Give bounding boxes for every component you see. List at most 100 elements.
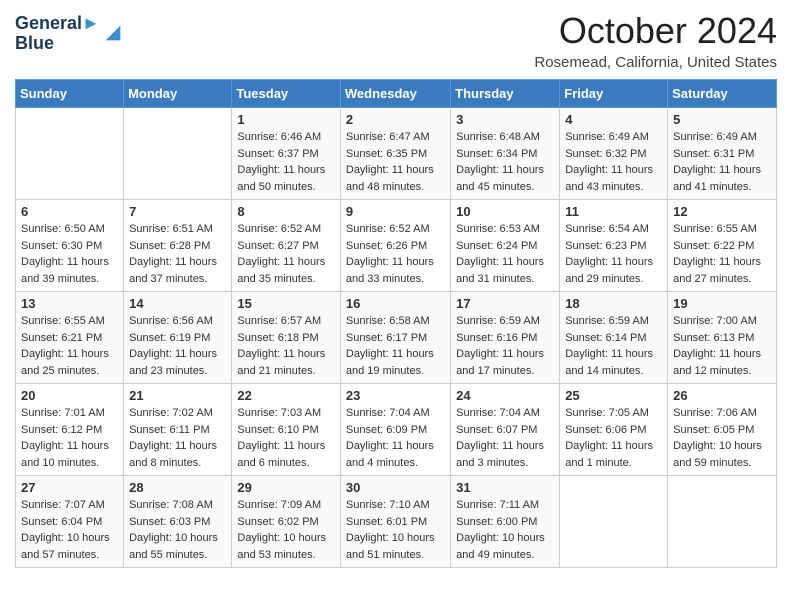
day-cell: 20 Sunrise: 7:01 AMSunset: 6:12 PMDayligh… (16, 384, 124, 476)
day-number: 16 (346, 296, 445, 311)
header-friday: Friday (560, 80, 668, 108)
day-cell (668, 476, 777, 568)
location: Rosemead, California, United States (534, 54, 777, 71)
week-row-4: 20 Sunrise: 7:01 AMSunset: 6:12 PMDayligh… (16, 384, 777, 476)
day-info: Sunrise: 6:48 AMSunset: 6:34 PMDaylight:… (456, 129, 554, 195)
day-cell: 17Sunrise: 6:59 AMSunset: 6:16 PMDayligh… (451, 292, 560, 384)
day-cell: 31 Sunrise: 7:11 AMSunset: 6:00 PMDayligh… (451, 476, 560, 568)
day-number: 6 (21, 204, 118, 219)
day-cell: 28Sunrise: 7:08 AMSunset: 6:03 PMDayligh… (124, 476, 232, 568)
day-cell: 9 Sunrise: 6:52 AMSunset: 6:26 PMDaylight… (340, 200, 450, 292)
day-info: Sunrise: 7:05 AMSunset: 6:06 PMDaylight:… (565, 405, 662, 471)
day-cell: 14 Sunrise: 6:56 AMSunset: 6:19 PMDayligh… (124, 292, 232, 384)
day-info: Sunrise: 7:00 AMSunset: 6:13 PMDaylight:… (673, 313, 771, 379)
day-cell: 3Sunrise: 6:48 AMSunset: 6:34 PMDaylight… (451, 108, 560, 200)
day-cell: 1 Sunrise: 6:46 AMSunset: 6:37 PMDaylight… (232, 108, 341, 200)
day-cell: 21Sunrise: 7:02 AMSunset: 6:11 PMDayligh… (124, 384, 232, 476)
day-number: 28 (129, 480, 226, 495)
day-cell: 10 Sunrise: 6:53 AMSunset: 6:24 PMDayligh… (451, 200, 560, 292)
day-number: 19 (673, 296, 771, 311)
day-number: 22 (237, 388, 335, 403)
day-cell: 15 Sunrise: 6:57 AMSunset: 6:18 PMDayligh… (232, 292, 341, 384)
day-number: 31 (456, 480, 554, 495)
day-info: Sunrise: 6:51 AMSunset: 6:28 PMDaylight:… (129, 221, 226, 287)
day-number: 7 (129, 204, 226, 219)
day-number: 17 (456, 296, 554, 311)
day-number: 26 (673, 388, 771, 403)
day-number: 23 (346, 388, 445, 403)
day-info: Sunrise: 6:47 AMSunset: 6:35 PMDaylight:… (346, 129, 445, 195)
day-info: Sunrise: 7:07 AMSunset: 6:04 PMDaylight:… (21, 497, 118, 563)
header-saturday: Saturday (668, 80, 777, 108)
day-cell: 18 Sunrise: 6:59 AMSunset: 6:14 PMDayligh… (560, 292, 668, 384)
day-number: 10 (456, 204, 554, 219)
day-number: 14 (129, 296, 226, 311)
day-number: 12 (673, 204, 771, 219)
day-info: Sunrise: 7:03 AMSunset: 6:10 PMDaylight:… (237, 405, 335, 471)
day-info: Sunrise: 6:52 AMSunset: 6:26 PMDaylight:… (346, 221, 445, 287)
header-monday: Monday (124, 80, 232, 108)
day-info: Sunrise: 6:50 AMSunset: 6:30 PMDaylight:… (21, 221, 118, 287)
header-tuesday: Tuesday (232, 80, 341, 108)
day-cell: 7 Sunrise: 6:51 AMSunset: 6:28 PMDaylight… (124, 200, 232, 292)
day-info: Sunrise: 6:58 AMSunset: 6:17 PMDaylight:… (346, 313, 445, 379)
day-number: 29 (237, 480, 335, 495)
day-cell (16, 108, 124, 200)
day-info: Sunrise: 7:04 AMSunset: 6:09 PMDaylight:… (346, 405, 445, 471)
day-info: Sunrise: 7:09 AMSunset: 6:02 PMDaylight:… (237, 497, 335, 563)
day-number: 21 (129, 388, 226, 403)
day-info: Sunrise: 6:55 AMSunset: 6:21 PMDaylight:… (21, 313, 118, 379)
day-info: Sunrise: 7:01 AMSunset: 6:12 PMDaylight:… (21, 405, 118, 471)
header-row: SundayMondayTuesdayWednesdayThursdayFrid… (16, 80, 777, 108)
day-info: Sunrise: 6:49 AMSunset: 6:31 PMDaylight:… (673, 129, 771, 195)
header-wednesday: Wednesday (340, 80, 450, 108)
day-number: 1 (237, 112, 335, 127)
day-number: 13 (21, 296, 118, 311)
day-info: Sunrise: 6:57 AMSunset: 6:18 PMDaylight:… (237, 313, 335, 379)
day-cell: 12 Sunrise: 6:55 AMSunset: 6:22 PMDayligh… (668, 200, 777, 292)
logo-text: General►Blue (15, 14, 100, 54)
day-cell (124, 108, 232, 200)
page-header: General►Blue October 2024 Rosemead, Cali… (15, 10, 777, 71)
month-title: October 2024 (534, 10, 777, 52)
day-cell: 23 Sunrise: 7:04 AMSunset: 6:09 PMDayligh… (340, 384, 450, 476)
day-cell: 22 Sunrise: 7:03 AMSunset: 6:10 PMDayligh… (232, 384, 341, 476)
day-info: Sunrise: 6:53 AMSunset: 6:24 PMDaylight:… (456, 221, 554, 287)
day-cell: 13 Sunrise: 6:55 AMSunset: 6:21 PMDayligh… (16, 292, 124, 384)
day-cell: 16 Sunrise: 6:58 AMSunset: 6:17 PMDayligh… (340, 292, 450, 384)
day-number: 15 (237, 296, 335, 311)
day-number: 8 (237, 204, 335, 219)
day-cell: 2 Sunrise: 6:47 AMSunset: 6:35 PMDaylight… (340, 108, 450, 200)
day-number: 11 (565, 204, 662, 219)
day-info: Sunrise: 7:06 AMSunset: 6:05 PMDaylight:… (673, 405, 771, 471)
day-number: 27 (21, 480, 118, 495)
header-sunday: Sunday (16, 80, 124, 108)
week-row-2: 6 Sunrise: 6:50 AMSunset: 6:30 PMDaylight… (16, 200, 777, 292)
title-area: October 2024 Rosemead, California, Unite… (534, 10, 777, 71)
day-number: 2 (346, 112, 445, 127)
day-cell: 6 Sunrise: 6:50 AMSunset: 6:30 PMDaylight… (16, 200, 124, 292)
day-number: 4 (565, 112, 662, 127)
day-number: 24 (456, 388, 554, 403)
calendar-table: SundayMondayTuesdayWednesdayThursdayFrid… (15, 79, 777, 568)
day-info: Sunrise: 7:10 AMSunset: 6:01 PMDaylight:… (346, 497, 445, 563)
day-cell: 8 Sunrise: 6:52 AMSunset: 6:27 PMDaylight… (232, 200, 341, 292)
day-number: 20 (21, 388, 118, 403)
day-number: 30 (346, 480, 445, 495)
day-info: Sunrise: 6:59 AMSunset: 6:14 PMDaylight:… (565, 313, 662, 379)
week-row-3: 13 Sunrise: 6:55 AMSunset: 6:21 PMDayligh… (16, 292, 777, 384)
day-cell: 4Sunrise: 6:49 AMSunset: 6:32 PMDaylight… (560, 108, 668, 200)
day-cell: 25Sunrise: 7:05 AMSunset: 6:06 PMDayligh… (560, 384, 668, 476)
day-info: Sunrise: 7:04 AMSunset: 6:07 PMDaylight:… (456, 405, 554, 471)
day-info: Sunrise: 7:11 AMSunset: 6:00 PMDaylight:… (456, 497, 554, 563)
day-info: Sunrise: 6:54 AMSunset: 6:23 PMDaylight:… (565, 221, 662, 287)
day-info: Sunrise: 6:52 AMSunset: 6:27 PMDaylight:… (237, 221, 335, 287)
day-info: Sunrise: 6:55 AMSunset: 6:22 PMDaylight:… (673, 221, 771, 287)
day-cell: 29 Sunrise: 7:09 AMSunset: 6:02 PMDayligh… (232, 476, 341, 568)
day-number: 9 (346, 204, 445, 219)
day-info: Sunrise: 6:46 AMSunset: 6:37 PMDaylight:… (237, 129, 335, 195)
day-cell: 26 Sunrise: 7:06 AMSunset: 6:05 PMDayligh… (668, 384, 777, 476)
day-cell (560, 476, 668, 568)
day-number: 18 (565, 296, 662, 311)
day-info: Sunrise: 6:56 AMSunset: 6:19 PMDaylight:… (129, 313, 226, 379)
